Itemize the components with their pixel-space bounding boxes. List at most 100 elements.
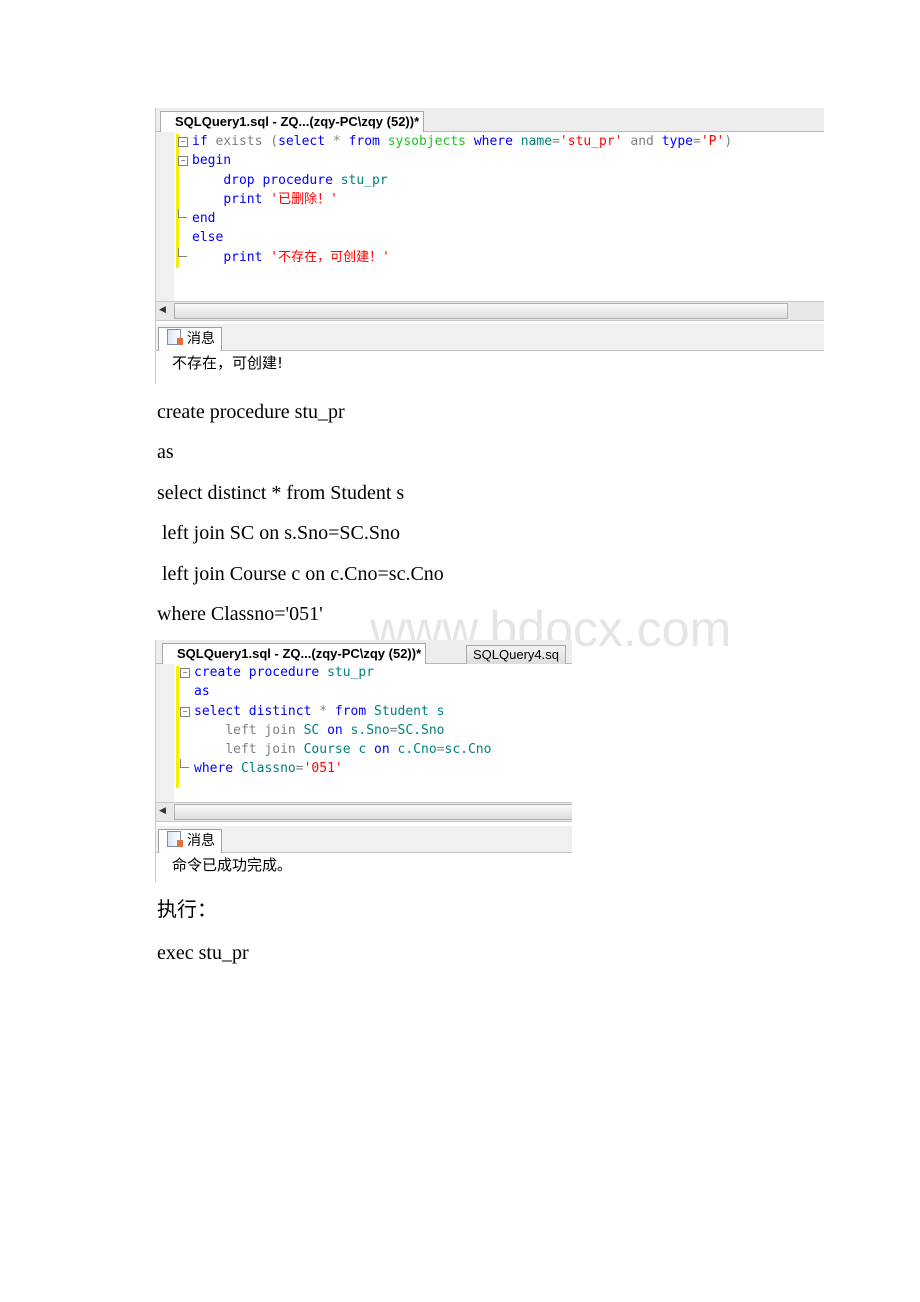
code-token: c <box>350 742 375 758</box>
code-token: select <box>194 703 241 719</box>
code-line[interactable]: left join Course c on c.Cno=sc.Cno <box>194 740 491 759</box>
code-token: print <box>223 249 263 265</box>
code-line[interactable]: as <box>194 682 491 701</box>
scroll-left-icon[interactable]: ◀ <box>159 805 166 816</box>
collapse-icon[interactable]: − <box>180 706 190 717</box>
document-tab-bar: SQLQuery1.sql - ZQ...(zqy-PC\zqy (52))* … <box>156 640 572 664</box>
editor-gutter <box>156 664 174 804</box>
code-token: = <box>693 134 701 149</box>
code-token: where <box>473 134 513 149</box>
code-line[interactable]: end <box>178 209 732 228</box>
paragraph: create procedure stu_pr <box>157 401 345 423</box>
messages-icon <box>167 329 183 345</box>
code-token: 'stu_pr' <box>559 134 623 149</box>
messages-tab-label: 消息 <box>187 833 215 849</box>
code-token: and <box>622 134 662 149</box>
message-output: 命令已成功完成。 <box>172 856 293 874</box>
horizontal-scrollbar[interactable]: ◀ <box>156 301 824 321</box>
tab-sqlquery1[interactable]: SQLQuery1.sql - ZQ...(zqy-PC\zqy (52))* <box>160 111 425 132</box>
code-line[interactable]: else <box>192 228 732 247</box>
code-token: stu_pr <box>327 665 375 680</box>
code-line[interactable]: − if exists (select * from sysobjects whe… <box>178 132 733 151</box>
code-token: * <box>311 703 335 719</box>
code-token: Course <box>303 742 351 758</box>
code-token: on <box>374 742 390 758</box>
code-line[interactable]: − begin <box>178 151 732 170</box>
code-token: where <box>194 761 234 777</box>
tab-messages[interactable]: 消息 <box>158 829 222 853</box>
code-line[interactable]: left join SC on s.Sno=SC.Sno <box>194 721 491 740</box>
code-token: procedure <box>262 172 333 188</box>
scroll-left-icon[interactable]: ◀ <box>159 304 166 315</box>
tab-sqlquery1[interactable]: SQLQuery1.sql - ZQ...(zqy-PC\zqy (52))* <box>162 643 427 664</box>
code-token: ( <box>270 134 279 149</box>
paragraph: exec stu_pr <box>157 942 249 964</box>
change-bar <box>176 666 179 788</box>
code-token: s.Sno <box>342 722 390 738</box>
scroll-thumb[interactable] <box>174 804 572 820</box>
collapse-icon[interactable]: − <box>180 668 190 678</box>
code-token: from <box>334 703 367 719</box>
code-token: 'P' <box>700 134 725 149</box>
code-token: ) <box>724 134 733 149</box>
code-token: left join <box>225 742 296 758</box>
code-token: select <box>278 134 326 149</box>
code-token: drop <box>223 172 255 188</box>
message-output: 不存在，可创建! <box>172 354 284 372</box>
paragraph: left join Course c on c.Cno=sc.Cno <box>157 563 444 585</box>
code-line[interactable]: print '不存在，可创建！' <box>178 247 732 267</box>
code-token: if <box>192 134 208 149</box>
code-line[interactable]: print '已删除！' <box>192 190 732 209</box>
code-token: stu_pr <box>340 172 388 188</box>
code-line[interactable]: drop procedure stu_pr <box>192 171 732 190</box>
ssms-screenshot-2: SQLQuery1.sql - ZQ...(zqy-PC\zqy (52))* … <box>155 640 572 882</box>
paragraph: as <box>157 441 174 463</box>
code-token: SC.Sno <box>397 722 445 738</box>
paragraph: 执行： <box>157 899 217 921</box>
tab-sqlquery4[interactable]: SQLQuery4.sq <box>466 645 566 664</box>
code-token: type <box>661 134 693 149</box>
ssms-screenshot-1: SQLQuery1.sql - ZQ...(zqy-PC\zqy (52))* … <box>155 108 824 384</box>
results-tab-bar: 消息 <box>156 324 824 351</box>
paragraph: select distinct * from Student s <box>157 482 405 504</box>
code-token: = <box>389 722 398 738</box>
paragraph: left join SC on s.Sno=SC.Sno <box>157 522 400 544</box>
code-token: sc.Cno <box>444 742 492 758</box>
code-token: * <box>325 134 349 149</box>
code-token: '不存在，可创建！' <box>270 249 390 265</box>
code-token: from <box>348 134 380 149</box>
code-token: = <box>436 742 445 758</box>
code-token: as <box>194 684 210 700</box>
code-token: Classno <box>240 761 296 777</box>
horizontal-scrollbar[interactable]: ◀ <box>156 802 572 822</box>
code-token: create <box>194 665 241 680</box>
code-token: = <box>552 134 560 149</box>
code-token: else <box>192 230 224 246</box>
collapse-icon[interactable]: − <box>178 156 188 167</box>
document-tab-bar: SQLQuery1.sql - ZQ...(zqy-PC\zqy (52))* <box>156 108 824 132</box>
code-token: begin <box>192 153 232 169</box>
code-token: procedure <box>248 665 320 680</box>
code-token: '已删除！' <box>270 191 338 207</box>
editor-gutter <box>156 132 174 302</box>
scroll-thumb[interactable] <box>174 303 788 319</box>
collapse-icon[interactable]: − <box>178 137 188 147</box>
code-editor[interactable]: − create procedure stu_pr as − select distin… <box>180 663 491 779</box>
code-token: sysobjects <box>387 134 466 149</box>
code-line[interactable]: − create procedure stu_pr <box>180 663 491 682</box>
tab-messages[interactable]: 消息 <box>158 327 222 351</box>
code-line[interactable]: − select distinct * from Student s <box>180 702 491 721</box>
code-editor[interactable]: − if exists (select * from sysobjects whe… <box>178 132 733 267</box>
code-line[interactable]: where Classno='051' <box>180 759 491 778</box>
